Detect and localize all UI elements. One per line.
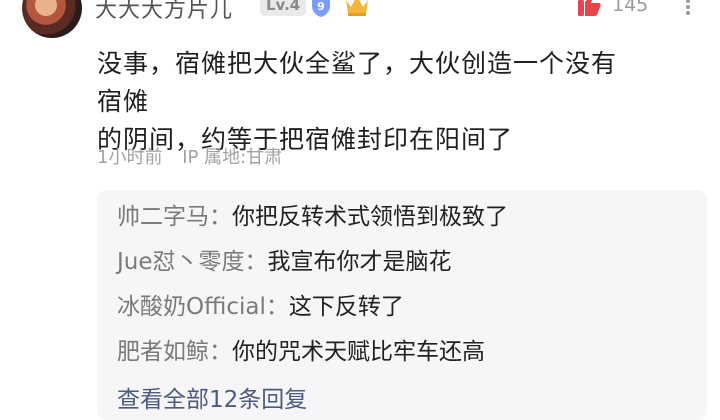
svg-text:9: 9 <box>317 0 325 13</box>
like-count: 145 <box>612 0 649 16</box>
reply-item[interactable]: 肥者如鲸：你的咒术天赋比牢车还高 <box>117 337 485 367</box>
reply-separator: ： <box>209 204 232 230</box>
more-icon[interactable] <box>681 0 695 16</box>
reply-text: 你把反转术式领悟到极致了 <box>232 204 508 230</box>
crown-badge-icon <box>346 0 368 16</box>
replies-panel: 帅二字马：你把反转术式领悟到极致了 Jue怼丶零度：我宣布你才是脑花 冰酸奶Of… <box>97 190 707 420</box>
username[interactable]: 大大大方片儿 <box>95 0 233 24</box>
reply-separator: ： <box>265 294 289 320</box>
verified-shield-icon: 9 <box>312 0 330 17</box>
reply-author[interactable]: Jue怼丶零度 <box>117 249 245 275</box>
reply-author[interactable]: 帅二字马 <box>117 204 209 230</box>
reply-text: 你的咒术天赋比牢车还高 <box>232 339 485 365</box>
reply-text: 我宣布你才是脑花 <box>267 249 452 275</box>
reply-author[interactable]: 肥者如鲸 <box>117 339 209 365</box>
reply-author[interactable]: 冰酸奶Official <box>117 294 266 320</box>
level-badge: Lv.4 <box>260 0 307 16</box>
reply-item[interactable]: 冰酸奶Official：这下反转了 <box>117 292 404 322</box>
avatar[interactable] <box>22 0 82 38</box>
reply-item[interactable]: 帅二字马：你把反转术式领悟到极致了 <box>117 202 508 232</box>
comment-text-line: 没事，宿傩把大伙全鲨了，大伙创造一个没有宿傩 <box>97 49 618 116</box>
reply-separator: ： <box>209 339 232 365</box>
reply-item[interactable]: Jue怼丶零度：我宣布你才是脑花 <box>117 247 452 277</box>
like-icon[interactable] <box>576 0 602 18</box>
comment-text: 没事，宿傩把大伙全鲨了，大伙创造一个没有宿傩 的阴间，约等于把宿傩封印在阳间了 <box>97 45 637 159</box>
reply-text: 这下反转了 <box>288 294 404 320</box>
comment-time: 1小时前 <box>97 147 163 168</box>
view-all-replies-link[interactable]: 查看全部12条回复 <box>117 380 307 414</box>
reply-separator: ： <box>244 249 268 275</box>
comment-meta: 1小时前 IP 属地:甘肃 <box>97 143 296 169</box>
ip-location: IP 属地:甘肃 <box>182 147 283 168</box>
